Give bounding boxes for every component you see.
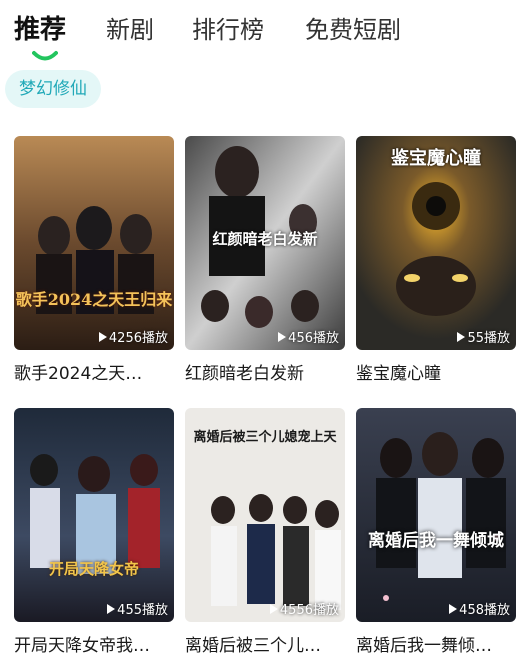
drama-poster[interactable]: 开局天降女帝 455播放 (14, 408, 174, 622)
drama-title[interactable]: 开局天降女帝我… (14, 634, 174, 658)
drama-title[interactable]: 离婚后被三个儿… (185, 634, 345, 658)
drama-title[interactable]: 红颜暗老白发新 (185, 362, 345, 386)
play-icon (98, 331, 107, 342)
drama-poster[interactable]: 离婚后被三个儿媳宠上天 4556播放 (185, 408, 345, 622)
play-count-text: 4556播放 (279, 603, 339, 618)
poster-image (14, 408, 174, 622)
poster-title-art: 离婚后我一舞倾城 (368, 531, 504, 551)
play-count-text: 458播放 (459, 603, 510, 618)
drama-title[interactable]: 歌手2024之天… (14, 362, 174, 386)
play-icon (457, 331, 466, 342)
play-icon (269, 603, 278, 614)
play-count-text: 4256播放 (108, 331, 168, 346)
poster-image (356, 408, 516, 622)
tab-ranking[interactable]: 排行榜 (192, 14, 264, 46)
play-count: 456播放 (278, 327, 339, 346)
play-icon (107, 603, 116, 614)
drama-title[interactable]: 离婚后我一舞倾… (356, 634, 516, 658)
play-count: 4256播放 (98, 327, 168, 346)
play-count: 455播放 (107, 599, 168, 618)
tab-new-drama[interactable]: 新剧 (106, 14, 154, 46)
drama-title[interactable]: 鉴宝魔心瞳 (356, 362, 516, 386)
tab-recommend[interactable]: 推荐 (14, 14, 66, 46)
drama-poster[interactable]: 歌手2024之天王归来 4256播放 (14, 136, 174, 350)
play-count: 4556播放 (269, 599, 339, 618)
active-tab-indicator (32, 51, 58, 61)
drama-poster[interactable]: 鉴宝魔心瞳 55播放 (356, 136, 516, 350)
poster-title-art: 歌手2024之天王归来 (15, 290, 173, 309)
poster-title-art: 离婚后被三个儿媳宠上天 (193, 430, 337, 445)
tab-free-short-drama[interactable]: 免费短剧 (305, 14, 401, 46)
drama-poster[interactable]: 离婚后我一舞倾城 458播放 (356, 408, 516, 622)
top-tab-bar: 推荐 新剧 排行榜 免费短剧 (14, 14, 504, 64)
play-icon (278, 331, 287, 342)
poster-title-art: 开局天降女帝 (48, 560, 139, 578)
play-count: 55播放 (457, 327, 510, 346)
poster-title-art: 鉴宝魔心瞳 (391, 148, 481, 169)
play-count-text: 55播放 (467, 331, 510, 346)
poster-image (14, 136, 174, 350)
filter-chip-fantasy[interactable]: 梦幻修仙 (5, 70, 101, 108)
poster-title-art: 红颜暗老白发新 (212, 230, 318, 248)
drama-poster[interactable]: 红颜暗老白发新 456播放 (185, 136, 345, 350)
play-count-text: 456播放 (288, 331, 339, 346)
play-icon (449, 603, 458, 614)
play-count: 458播放 (449, 599, 510, 618)
play-count-text: 455播放 (117, 603, 168, 618)
